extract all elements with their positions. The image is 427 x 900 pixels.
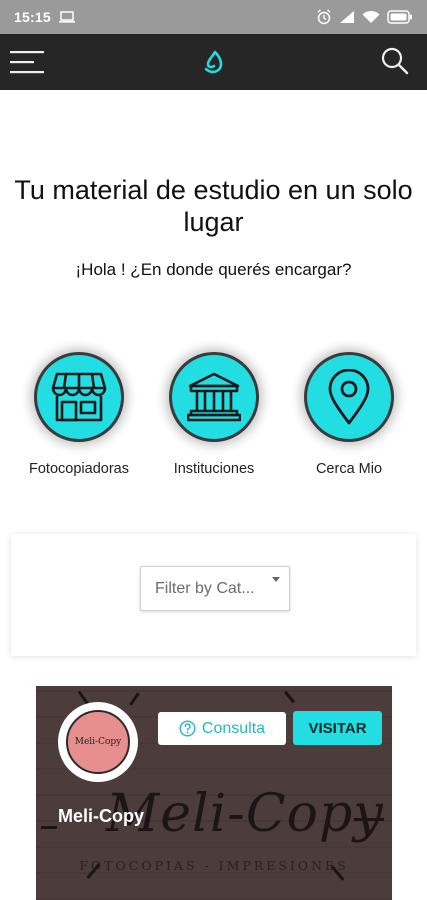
signal-icon <box>339 10 355 24</box>
menu-icon[interactable] <box>10 47 44 77</box>
app-bar <box>0 34 427 90</box>
visitar-label: VISITAR <box>308 719 367 737</box>
filter-placeholder: Filter by Cat... <box>155 580 255 597</box>
storefront-icon[interactable] <box>34 352 124 442</box>
category-label: Fotocopiadoras <box>29 461 129 477</box>
shop-avatar: Meli-Copy <box>58 702 138 782</box>
institution-icon[interactable] <box>169 352 259 442</box>
question-circle-icon <box>179 720 196 737</box>
shop-card[interactable]: Meli-Copy FOTOCOPIAS - IMPRESIONES Meli-… <box>36 686 392 900</box>
category-label: Cerca Mio <box>315 461 383 477</box>
category-cerca-mio[interactable]: Cerca Mio <box>279 352 419 477</box>
wifi-icon <box>362 10 380 24</box>
status-time: 15:15 <box>14 9 51 25</box>
consulta-label: Consulta <box>201 719 266 737</box>
category-filter-select[interactable]: Filter by Cat... <box>140 566 290 611</box>
shop-banner-tagline: FOTOCOPIAS - IMPRESIONES <box>79 858 349 873</box>
category-fotocopiadoras[interactable]: Fotocopiadoras <box>9 352 149 477</box>
app-logo-icon[interactable] <box>200 49 228 77</box>
caret-down-icon <box>272 577 280 582</box>
hero-greeting: ¡Hola ! ¿En donde querés encargar? <box>75 260 352 279</box>
banner-ray <box>41 826 57 829</box>
hero-title: Tu material de estudio en un solo lugar <box>14 175 413 237</box>
location-pin-icon[interactable] <box>304 352 394 442</box>
category-instituciones[interactable]: Instituciones <box>144 352 284 477</box>
visitar-button[interactable]: VISITAR <box>293 711 382 745</box>
filter-card: Filter by Cat... <box>11 534 416 656</box>
consulta-button[interactable]: Consulta <box>158 712 286 745</box>
shop-name: Meli-Copy <box>58 806 145 826</box>
shop-banner-name: Meli-Copy <box>106 784 384 844</box>
shop-avatar-logo: Meli-Copy <box>66 710 130 774</box>
alarm-icon <box>316 9 332 25</box>
category-label: Instituciones <box>173 461 255 477</box>
status-bar: 15:15 <box>0 0 427 34</box>
battery-icon <box>387 10 413 24</box>
laptop-icon <box>58 11 75 23</box>
search-icon[interactable] <box>380 46 410 76</box>
